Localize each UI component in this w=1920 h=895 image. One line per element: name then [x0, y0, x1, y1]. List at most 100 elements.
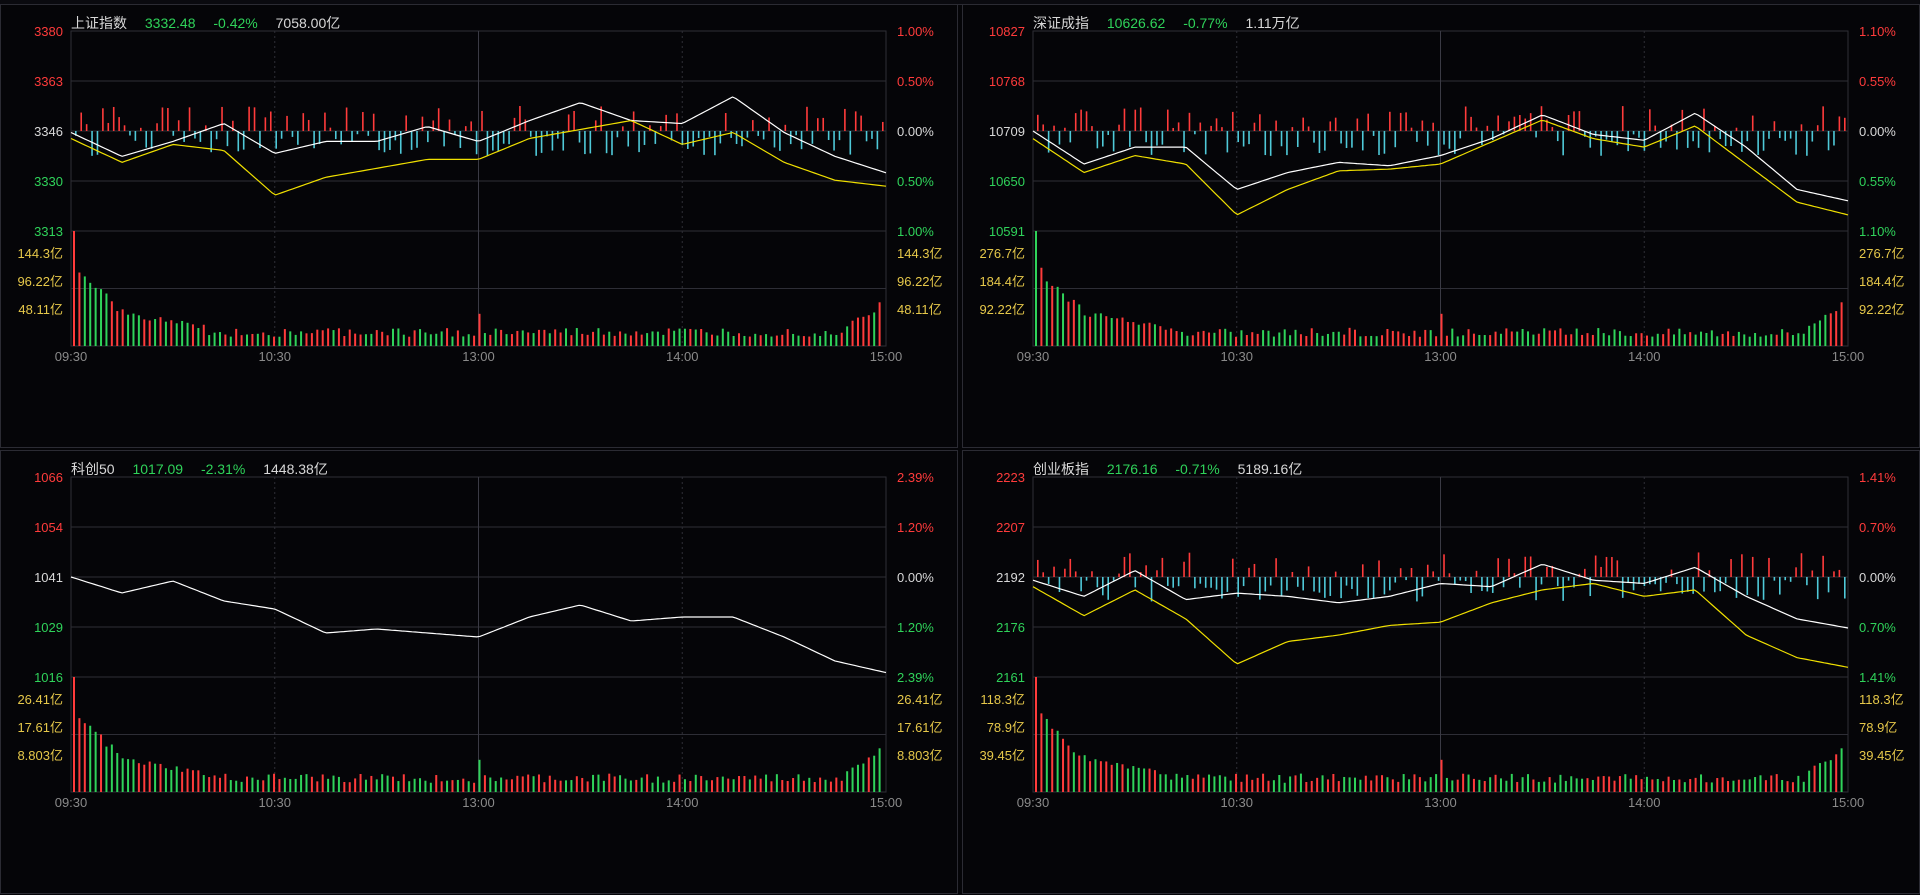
price-tick-label: 3330 — [34, 174, 63, 189]
volume-bar-down — [1289, 335, 1292, 346]
breadth-bar-down — [735, 131, 738, 144]
volume-bar-down — [732, 779, 735, 792]
volume-bar-up — [370, 775, 373, 792]
volume-bar-up — [343, 781, 346, 792]
breadth-bar-up — [1529, 556, 1532, 577]
volume-bar-up — [1554, 330, 1557, 346]
volume-bar-up — [1775, 334, 1778, 346]
volume-bar-up — [1651, 779, 1654, 792]
timeshare-chart-svg: 2223 2207 2192 2176 2161 1.41% 0.70% 0.00% 0.70%… — [979, 470, 1904, 810]
volume-bar-down — [1370, 335, 1373, 346]
breadth-bar-up — [1751, 556, 1754, 577]
volume-bar-down — [337, 776, 340, 792]
price-tick-label: 3380 — [34, 24, 63, 39]
volume-bar-down — [1240, 330, 1243, 346]
breadth-bar-up — [1334, 571, 1337, 577]
volume-bar-up — [1294, 775, 1297, 792]
volume-bar-up — [559, 332, 562, 346]
volume-bar-down — [1532, 334, 1535, 346]
chart-panel-kc[interactable]: 科创50 1017.09 -2.31% 1448.38亿 1066 1054 104… — [0, 450, 958, 894]
volume-bar-up — [354, 778, 357, 792]
volume-bar-up — [1343, 334, 1346, 346]
volume-bar-up — [1267, 780, 1270, 792]
volume-bar-up — [878, 302, 881, 346]
breadth-bar-down — [383, 131, 386, 153]
breadth-bar-down — [1426, 131, 1429, 146]
volume-bar-up — [1635, 333, 1638, 346]
breadth-bar-down — [687, 131, 689, 149]
breadth-bar-up — [1670, 569, 1673, 577]
volume-bar-down — [1359, 336, 1362, 346]
time-tick-label: 14:00 — [1628, 795, 1661, 810]
breadth-bar-down — [1481, 131, 1483, 145]
volume-bar-up — [1645, 335, 1648, 346]
breadth-bar-down — [1096, 131, 1099, 149]
volume-bar-up — [473, 782, 476, 792]
volume-bar-up — [1462, 773, 1465, 792]
volume-bar-down — [408, 781, 411, 792]
volume-tick-label: 78.9亿 — [1859, 720, 1897, 735]
volume-bar-up — [208, 777, 211, 792]
breadth-bar-up — [1210, 125, 1212, 131]
breadth-bar-up — [1594, 555, 1597, 577]
chart-panel-cy[interactable]: 创业板指 2176.16 -0.71% 5189.16亿 2223 2207 219… — [962, 450, 1920, 894]
breadth-bar-down — [540, 131, 543, 153]
chart-panel-sz[interactable]: 深证成指 10626.62 -0.77% 1.11万亿 10827 10768 10… — [962, 4, 1920, 448]
breadth-bar-down — [1351, 577, 1353, 590]
breadth-bar-down — [1833, 131, 1835, 146]
breadth-bar-up — [659, 126, 662, 131]
breadth-bar-down — [1269, 577, 1272, 586]
volume-bar-down — [1499, 333, 1502, 346]
volume-bar-down — [1808, 770, 1811, 792]
breadth-bar-up — [1145, 565, 1147, 577]
volume-bar-up — [1721, 777, 1724, 792]
volume-bar-up — [1078, 755, 1081, 792]
volume-bar-down — [1770, 334, 1773, 346]
volume-bar-down — [797, 335, 800, 346]
volume-bar-down — [1737, 331, 1740, 346]
volume-bar-down — [1056, 730, 1059, 792]
volume-bar-up — [586, 334, 589, 346]
volume-bar-up — [1375, 775, 1378, 792]
breadth-bar-up — [1519, 115, 1521, 131]
volume-bar-up — [786, 781, 789, 792]
volume-bar-up — [1364, 775, 1367, 792]
breadth-bar-down — [1318, 131, 1321, 154]
volume-bar-down — [754, 333, 757, 346]
volume-bar-down — [1445, 777, 1448, 792]
breadth-bar-up — [307, 119, 310, 131]
breadth-bar-up — [329, 127, 332, 131]
breadth-bar-up — [123, 125, 126, 131]
chart-panel-sh[interactable]: 上证指数 3332.48 -0.42% 7058.00亿 3380 3363 334… — [0, 4, 958, 448]
breadth-bar-down — [1177, 577, 1180, 587]
volume-bar-down — [89, 282, 92, 346]
price-tick-label: 10709 — [989, 124, 1025, 139]
breadth-bar-down — [242, 131, 245, 150]
volume-bar-down — [229, 336, 232, 346]
breadth-bar-up — [1464, 106, 1467, 131]
breadth-bar-down — [297, 131, 299, 145]
volume-bar-down — [1094, 759, 1097, 792]
breadth-bar-up — [1833, 571, 1835, 577]
breadth-bar-down — [1816, 577, 1819, 600]
breadth-bar-down — [757, 131, 760, 136]
breadth-bar-up — [177, 120, 180, 131]
volume-bar-up — [1316, 777, 1319, 792]
breadth-bar-down — [605, 131, 608, 154]
breadth-bar-up — [80, 112, 83, 131]
volume-bar-down — [1700, 774, 1703, 792]
breadth-bar-down — [1286, 577, 1288, 591]
breadth-bar-down — [1638, 131, 1640, 138]
volume-bar-down — [327, 778, 330, 792]
volume-bar-up — [262, 332, 265, 346]
volume-bar-down — [467, 334, 470, 346]
volume-bar-up — [743, 776, 746, 792]
volume-bar-up — [862, 316, 865, 346]
volume-bar-down — [597, 774, 600, 792]
breadth-bar-down — [1784, 577, 1787, 581]
breadth-bar-down — [871, 131, 873, 139]
breadth-bar-up — [1844, 117, 1846, 131]
volume-bar-up — [478, 313, 481, 346]
volume-bar-down — [1608, 335, 1611, 346]
volume-bar-up — [710, 334, 713, 346]
